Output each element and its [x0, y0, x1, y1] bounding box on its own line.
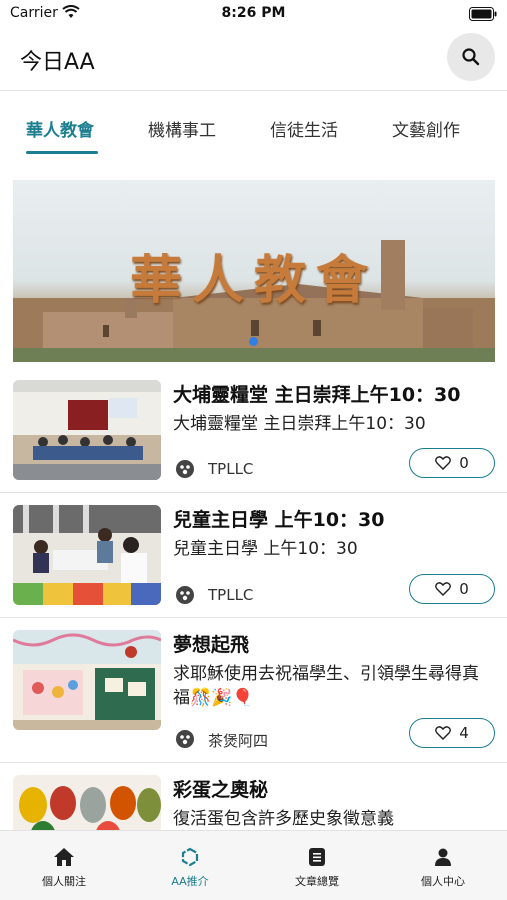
article-list: 大埔靈糧堂 主日崇拜上午10：30 大埔靈糧堂 主日崇拜上午10：30 TPLL…: [0, 362, 507, 830]
heart-icon: [435, 726, 452, 740]
nav-item-following[interactable]: 個人關注: [14, 847, 114, 889]
tab-literary-creation[interactable]: 文藝創作: [392, 116, 460, 156]
nav-item-article-overview[interactable]: 文章總覽: [267, 847, 367, 889]
banner-title: 華人教會: [129, 250, 378, 311]
app-header: 今日AA: [0, 28, 507, 90]
banner-carousel[interactable]: 華人教會: [13, 180, 495, 362]
article-description: 兒童主日學 上午10：30: [173, 539, 358, 559]
article-thumbnail: [13, 380, 161, 480]
battery-icon: [469, 6, 497, 25]
article-description: 大埔靈糧堂 主日崇拜上午10：30: [173, 414, 426, 434]
active-tab-indicator: [26, 151, 98, 154]
search-button[interactable]: [447, 33, 495, 81]
nav-label: 個人關注: [42, 875, 86, 888]
user-avatar-icon: [175, 729, 195, 753]
status-time: 8:26 PM: [221, 5, 286, 21]
like-count: 0: [459, 580, 469, 598]
header-divider: [0, 90, 507, 91]
hexagon-icon: [181, 847, 199, 867]
user-avatar-icon: [175, 459, 195, 483]
article-title: 彩蛋之奧秘: [173, 779, 269, 801]
article-thumbnail: [13, 505, 161, 605]
article-description: 求耶穌使用去祝福學生、引領學生尋得真福🎊🎉🎈: [173, 664, 479, 708]
like-count: 4: [459, 724, 469, 742]
status-bar: Carrier 8:26 PM: [0, 0, 507, 28]
page-title: 今日AA: [20, 50, 95, 75]
nav-label: 文章總覽: [295, 875, 339, 888]
article-author: TPLLC: [208, 586, 254, 604]
person-icon: [435, 848, 451, 866]
document-icon: [309, 848, 325, 866]
article-thumbnail: [13, 775, 161, 830]
article-title: 大埔靈糧堂 主日崇拜上午10：30: [173, 384, 461, 406]
list-item[interactable]: 兒童主日學 上午10：30 兒童主日學 上午10：30 TPLLC 0: [0, 493, 507, 617]
like-button[interactable]: 0: [409, 448, 495, 478]
article-author: TPLLC: [208, 460, 254, 478]
list-item[interactable]: 彩蛋之奧秘 復活蛋包含許多歷史象徵意義: [0, 763, 507, 830]
tab-ministries[interactable]: 機構事工: [148, 116, 216, 156]
category-tabs: 華人教會 機構事工 信徒生活 文藝創作: [0, 110, 507, 156]
list-item[interactable]: 夢想起飛 求耶穌使用去祝福學生、引領學生尋得真福🎊🎉🎈 茶煲阿四 4: [0, 618, 507, 762]
carousel-page-indicator[interactable]: [249, 337, 258, 346]
tab-believer-life[interactable]: 信徒生活: [270, 116, 338, 156]
nav-item-personal-center[interactable]: 個人中心: [393, 847, 493, 889]
article-title: 兒童主日學 上午10：30: [173, 509, 385, 531]
search-icon: [462, 48, 480, 66]
nav-item-aa-recommend[interactable]: AA推介: [140, 847, 240, 889]
like-button[interactable]: 0: [409, 574, 495, 604]
home-icon: [54, 848, 74, 866]
bottom-tab-bar: 個人關注 AA推介 文章總覽 個人中心: [0, 830, 507, 900]
article-title: 夢想起飛: [173, 634, 250, 656]
like-count: 0: [459, 454, 469, 472]
like-button[interactable]: 4: [409, 718, 495, 748]
tab-chinese-church[interactable]: 華人教會: [26, 116, 94, 156]
article-author: 茶煲阿四: [208, 732, 269, 750]
list-item[interactable]: 大埔靈糧堂 主日崇拜上午10：30 大埔靈糧堂 主日崇拜上午10：30 TPLL…: [0, 362, 507, 492]
heart-icon: [435, 582, 452, 596]
article-description: 復活蛋包含許多歷史象徵意義: [173, 809, 394, 829]
nav-label: 個人中心: [421, 875, 465, 888]
heart-icon: [435, 456, 452, 470]
nav-label: AA推介: [171, 875, 209, 888]
article-thumbnail: [13, 630, 161, 730]
user-avatar-icon: [175, 585, 195, 609]
